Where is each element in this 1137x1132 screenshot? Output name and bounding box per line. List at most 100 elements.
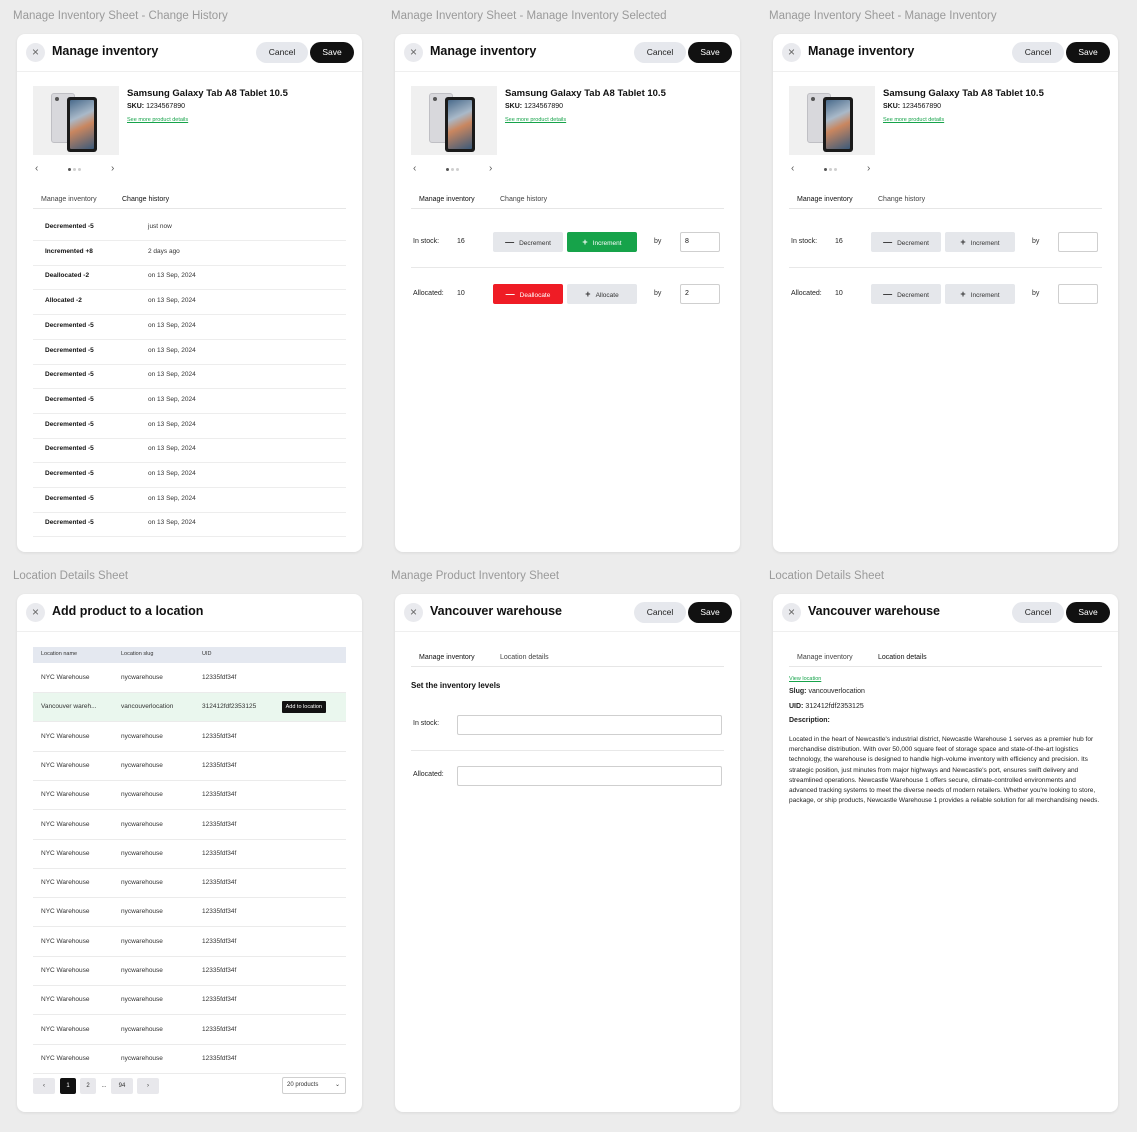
tab-location-details[interactable]: Location details xyxy=(492,651,557,667)
table-row[interactable]: NYC Warehouse nycwarehouse 12335fdf34f xyxy=(33,840,346,869)
allocate-button[interactable]: + Allocate xyxy=(567,284,637,304)
view-location-link[interactable]: View location xyxy=(789,676,821,682)
table-row[interactable]: NYC Warehouse nycwarehouse 12335fdf34f xyxy=(33,928,346,957)
save-button[interactable]: Save xyxy=(688,42,732,63)
table-row[interactable]: NYC Warehouse nycwarehouse 12335fdf34f xyxy=(33,664,346,693)
table-row[interactable]: Vancouver wareh... vancouverlocation 31241… xyxy=(33,693,346,723)
history-row: Deallocated -2 on 13 Sep, 2024 xyxy=(33,265,346,291)
history-row: Decremented -5 on 13 Sep, 2024 xyxy=(33,414,346,439)
page-button[interactable]: 94 xyxy=(111,1078,133,1094)
location-uid-cell: 12335fdf34f xyxy=(202,761,237,769)
tab-change-history[interactable]: Change history xyxy=(492,193,555,209)
increment-button[interactable]: + Increment xyxy=(567,232,637,252)
sheet-title: Manage inventory xyxy=(430,44,537,58)
location-name-cell: NYC Warehouse xyxy=(41,761,90,769)
image-prev-icon[interactable]: ‹ xyxy=(413,163,416,174)
cancel-button[interactable]: Cancel xyxy=(634,602,686,623)
dot-icon[interactable] xyxy=(456,168,459,171)
tab-manage-inventory[interactable]: Manage inventory xyxy=(411,651,483,667)
pagination-next-icon[interactable]: › xyxy=(137,1078,159,1094)
allocated-by-input[interactable]: 2 xyxy=(680,284,720,304)
product-details-link[interactable]: See more product details xyxy=(505,117,566,123)
tab-manage-inventory[interactable]: Manage inventory xyxy=(789,193,861,209)
cancel-button[interactable]: Cancel xyxy=(1012,602,1064,623)
close-icon[interactable]: × xyxy=(404,43,423,62)
tab-manage-inventory[interactable]: Manage inventory xyxy=(789,651,861,667)
decrement-button[interactable]: — Decrement xyxy=(871,232,941,252)
tab-manage-inventory[interactable]: Manage inventory xyxy=(411,193,483,209)
table-row[interactable]: NYC Warehouse nycwarehouse 12335fdf34f xyxy=(33,869,346,899)
decrement-button[interactable]: — Decrement xyxy=(871,284,941,304)
history-time: on 13 Sep, 2024 xyxy=(148,420,196,428)
image-prev-icon[interactable]: ‹ xyxy=(35,163,38,174)
in-stock-by-input[interactable] xyxy=(1058,232,1098,252)
dot-icon[interactable] xyxy=(78,168,81,171)
image-next-icon[interactable]: › xyxy=(489,163,492,174)
sheet-title: Manage inventory xyxy=(808,44,915,58)
deallocate-button[interactable]: — Deallocate xyxy=(493,284,563,304)
allocated-input[interactable] xyxy=(457,766,722,786)
in-stock-input[interactable] xyxy=(457,715,722,735)
table-row[interactable]: NYC Warehouse nycwarehouse 12335fdf34f xyxy=(33,811,346,840)
dot-icon[interactable] xyxy=(834,168,837,171)
close-icon[interactable]: × xyxy=(404,603,423,622)
image-next-icon[interactable]: › xyxy=(111,163,114,174)
history-event: Decremented -5 xyxy=(45,346,94,354)
table-row[interactable]: NYC Warehouse nycwarehouse 12335fdf34f xyxy=(33,752,346,781)
decrement-button[interactable]: — Decrement xyxy=(493,232,563,252)
table-row[interactable]: NYC Warehouse nycwarehouse 12335fdf34f xyxy=(33,723,346,752)
tab-location-details[interactable]: Location details xyxy=(870,651,935,667)
sheet-title: Vancouver warehouse xyxy=(430,604,563,618)
in-stock-by-input[interactable]: 8 xyxy=(680,232,720,252)
close-icon[interactable]: × xyxy=(26,43,45,62)
close-icon[interactable]: × xyxy=(782,603,801,622)
increment-button[interactable]: + Increment xyxy=(945,232,1015,252)
product-details-link[interactable]: See more product details xyxy=(883,117,944,123)
location-name-cell: NYC Warehouse xyxy=(41,791,90,799)
save-button[interactable]: Save xyxy=(310,42,354,63)
cancel-button[interactable]: Cancel xyxy=(256,42,308,63)
table-row[interactable]: NYC Warehouse nycwarehouse 12335fdf34f xyxy=(33,986,346,1016)
close-icon[interactable]: × xyxy=(782,43,801,62)
pagination-prev-icon[interactable]: ‹ xyxy=(33,1078,55,1094)
table-row[interactable]: NYC Warehouse nycwarehouse 12335fdf34f xyxy=(33,1016,346,1045)
sheet-title: Manage inventory xyxy=(52,44,159,58)
location-uid-cell: 12335fdf34f xyxy=(202,732,237,740)
dot-icon[interactable] xyxy=(829,168,832,171)
save-button[interactable]: Save xyxy=(1066,42,1110,63)
increment-button[interactable]: + Increment xyxy=(945,284,1015,304)
save-button[interactable]: Save xyxy=(688,602,732,623)
add-to-location-button[interactable]: Add to location xyxy=(281,701,326,714)
close-icon[interactable]: × xyxy=(26,603,45,622)
tab-manage-inventory[interactable]: Manage inventory xyxy=(33,193,105,209)
tab-change-history[interactable]: Change history xyxy=(114,193,178,209)
table-row[interactable]: NYC Warehouse nycwarehouse 12335fdf34f xyxy=(33,957,346,986)
cancel-button[interactable]: Cancel xyxy=(1012,42,1064,63)
location-uid-cell: 12335fdf34f xyxy=(202,879,237,887)
cancel-button[interactable]: Cancel xyxy=(634,42,686,63)
table-row[interactable]: NYC Warehouse nycwarehouse 12335fdf34f xyxy=(33,781,346,811)
in-stock-value: 16 xyxy=(835,238,843,245)
image-prev-icon[interactable]: ‹ xyxy=(791,163,794,174)
table-row[interactable]: NYC Warehouse nycwarehouse 12335fdf34f xyxy=(33,1045,346,1074)
table-row[interactable]: NYC Warehouse nycwarehouse 12335fdf34f xyxy=(33,898,346,928)
location-name-cell: NYC Warehouse xyxy=(41,937,90,945)
image-next-icon[interactable]: › xyxy=(867,163,870,174)
page-size-select[interactable]: 20 products ⌄ xyxy=(282,1077,346,1094)
page-button[interactable]: 1 xyxy=(60,1078,76,1094)
page-button[interactable]: 2 xyxy=(80,1078,96,1094)
save-button[interactable]: Save xyxy=(1066,602,1110,623)
product-details-link[interactable]: See more product details xyxy=(127,117,188,123)
page-ellipsis: ... xyxy=(101,1083,107,1089)
allocated-by-input[interactable] xyxy=(1058,284,1098,304)
dot-icon[interactable] xyxy=(73,168,76,171)
tab-change-history[interactable]: Change history xyxy=(870,193,933,209)
dot-icon[interactable] xyxy=(824,168,827,171)
image-dots xyxy=(824,168,839,171)
location-uid-cell: 12335fdf34f xyxy=(202,1025,237,1033)
divider xyxy=(411,750,724,751)
dot-icon[interactable] xyxy=(68,168,71,171)
location-slug-cell: nycwarehouse xyxy=(121,849,163,857)
dot-icon[interactable] xyxy=(446,168,449,171)
dot-icon[interactable] xyxy=(451,168,454,171)
